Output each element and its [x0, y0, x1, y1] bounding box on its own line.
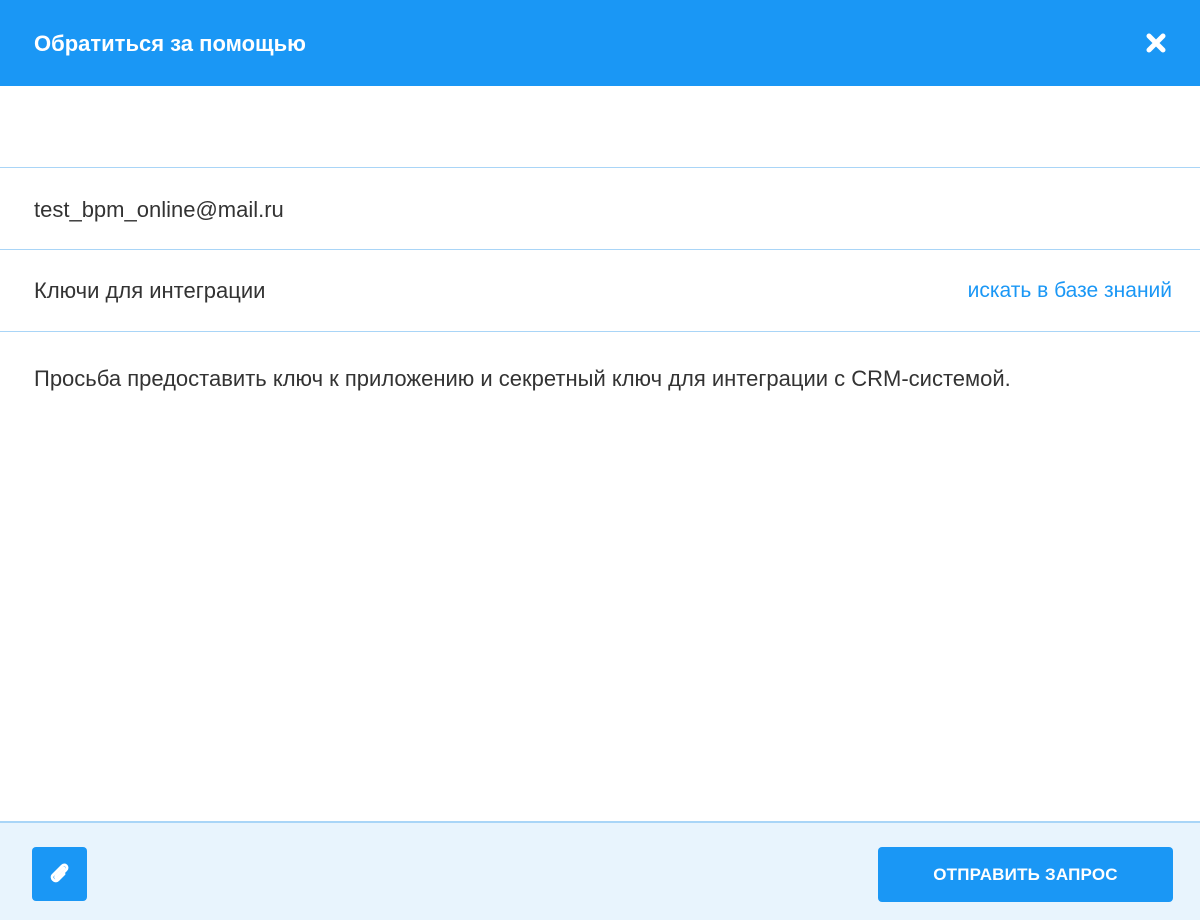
message-textarea[interactable]: Просьба предоставить ключ к приложению и…: [34, 362, 1154, 396]
close-button[interactable]: [1142, 29, 1170, 57]
attach-file-button[interactable]: [32, 847, 87, 901]
knowledge-base-search-link[interactable]: искать в базе знаний: [968, 250, 1172, 331]
message-area[interactable]: Просьба предоставить ключ к приложению и…: [0, 332, 1200, 822]
paperclip-icon: [50, 863, 68, 883]
topic-field-row: Ключи для интеграции искать в базе знани…: [0, 250, 1200, 332]
close-icon: [1146, 33, 1166, 53]
email-field[interactable]: test_bpm_online@mail.ru: [34, 168, 1166, 249]
email-field-row: test_bpm_online@mail.ru: [0, 168, 1200, 250]
blank-field[interactable]: [34, 86, 1166, 167]
dialog-title: Обратиться за помощью: [34, 31, 306, 56]
send-request-button[interactable]: ОТПРАВИТЬ ЗАПРОС: [878, 847, 1173, 902]
dialog-header: Обратиться за помощью: [0, 0, 1200, 86]
help-request-dialog: Обратиться за помощью test_bpm_online@ma…: [0, 0, 1200, 920]
dialog-footer: ОТПРАВИТЬ ЗАПРОС: [0, 821, 1200, 920]
blank-field-row: [0, 86, 1200, 168]
